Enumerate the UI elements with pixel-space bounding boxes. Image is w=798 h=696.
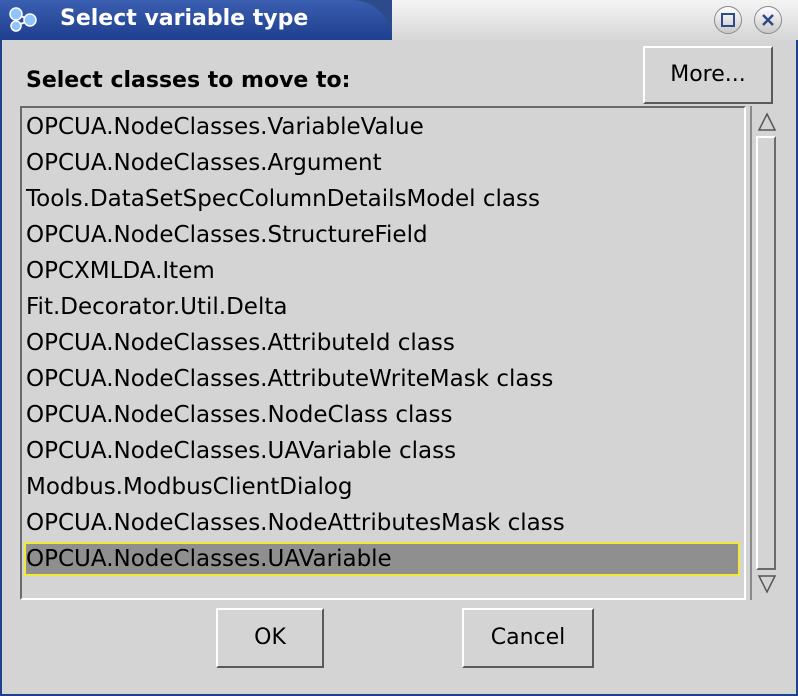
list-item[interactable]: OPCUA.NodeClasses.Argument xyxy=(24,146,740,180)
list-item[interactable]: OPCUA.NodeClasses.UAVariable xyxy=(24,542,740,576)
close-button[interactable] xyxy=(754,6,782,34)
list-item[interactable]: OPCXMLDA.Item xyxy=(24,254,740,288)
close-icon xyxy=(762,14,774,26)
maximize-button[interactable] xyxy=(714,6,742,34)
class-list[interactable]: OPCUA.NodeClasses.VariableValue OPCUA.Nod… xyxy=(20,106,746,600)
scroll-down-icon[interactable] xyxy=(756,572,778,596)
dialog-heading: Select classes to move to: xyxy=(26,68,351,93)
list-item[interactable]: OPCUA.NodeClasses.StructureField xyxy=(24,218,740,252)
list-item[interactable]: OPCUA.NodeClasses.NodeAttributesMask cla… xyxy=(24,506,740,540)
list-item[interactable]: OPCUA.NodeClasses.AttributeId class xyxy=(24,326,740,360)
list-scrollbar[interactable] xyxy=(750,106,780,600)
scroll-up-icon[interactable] xyxy=(756,110,778,134)
list-item[interactable]: OPCUA.NodeClasses.UAVariable class xyxy=(24,434,740,468)
list-item[interactable]: Fit.Decorator.Util.Delta xyxy=(24,290,740,324)
title-bar[interactable]: Select variable type xyxy=(0,0,798,40)
more-button[interactable]: More... xyxy=(643,46,773,104)
window-title: Select variable type xyxy=(60,6,309,31)
list-item[interactable]: OPCUA.NodeClasses.AttributeWriteMask cla… xyxy=(24,362,740,396)
list-item[interactable]: Tools.DataSetSpecColumnDetailsModel clas… xyxy=(24,182,740,216)
maximize-icon xyxy=(721,13,735,27)
scroll-thumb[interactable] xyxy=(756,136,776,570)
list-item[interactable]: Modbus.ModbusClientDialog xyxy=(24,470,740,504)
ok-button[interactable]: OK xyxy=(216,608,324,668)
app-network-icon xyxy=(8,6,38,34)
dialog-window: Select variable type Select classes to m… xyxy=(0,0,798,696)
cancel-button[interactable]: Cancel xyxy=(462,608,594,668)
list-item[interactable]: OPCUA.NodeClasses.VariableValue xyxy=(24,110,740,144)
list-item[interactable]: OPCUA.NodeClasses.NodeClass class xyxy=(24,398,740,432)
